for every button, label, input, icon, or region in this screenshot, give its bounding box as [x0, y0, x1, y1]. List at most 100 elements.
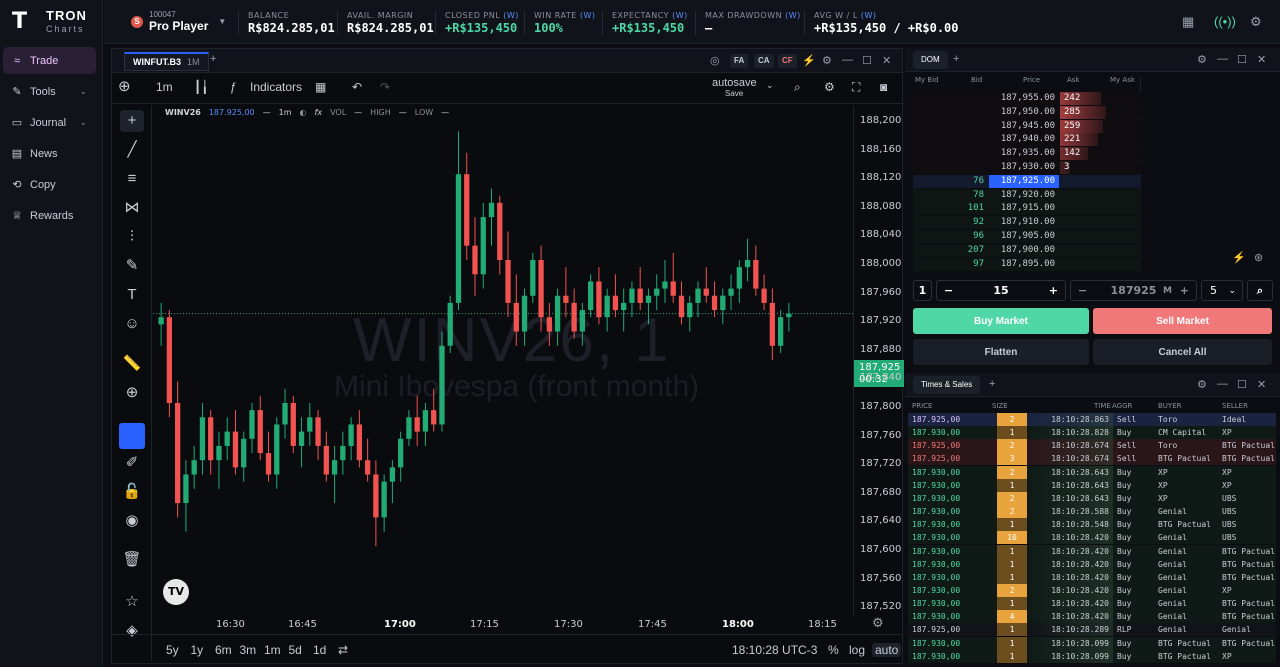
- limit-price-field[interactable]: − 187925 M +: [1070, 280, 1197, 301]
- fullscreen-icon[interactable]: ⛶: [852, 80, 860, 95]
- dom-price[interactable]: 187,915.00: [989, 202, 1059, 215]
- gear-icon[interactable]: ⚙: [1197, 378, 1207, 391]
- lock-icon[interactable]: 🔓: [120, 481, 144, 503]
- dom-price[interactable]: 187,950.00: [989, 106, 1059, 119]
- range-button-5d[interactable]: 5d: [289, 643, 302, 657]
- dom-bid[interactable]: [913, 92, 988, 105]
- dom-bid[interactable]: 76: [913, 175, 988, 188]
- dom-ask[interactable]: 3: [1060, 161, 1071, 174]
- dom-price[interactable]: 187,920.00: [989, 189, 1059, 202]
- save-label[interactable]: Save: [725, 89, 743, 98]
- dom-bid[interactable]: [913, 161, 988, 174]
- dom-price[interactable]: 187,935.00: [989, 147, 1059, 160]
- dom-ask[interactable]: 142: [1060, 147, 1088, 161]
- dom-row[interactable]: 187,935.00 142: [913, 147, 1141, 161]
- sidebar-item-news[interactable]: ▤ News: [3, 140, 96, 167]
- minus-icon[interactable]: −: [1078, 284, 1087, 297]
- color-swatch[interactable]: [119, 423, 145, 449]
- ts-row[interactable]: 187.925,00 2 18:10:28.674 Sell Toro BTG Pactu…: [908, 439, 1276, 453]
- ts-row[interactable]: 187.930,00 4 18:10:28.420 Buy Genial BTG Pact…: [908, 610, 1276, 624]
- pen-lock-icon[interactable]: ✐: [120, 452, 144, 474]
- whatsapp-icon[interactable]: ◎: [710, 54, 720, 67]
- dom-bid[interactable]: 207: [913, 244, 988, 257]
- dom-row[interactable]: 187,940.00 221: [913, 133, 1141, 147]
- dom-bid[interactable]: 78: [913, 189, 988, 202]
- autosave-label[interactable]: autosave: [712, 77, 757, 89]
- dom-ask[interactable]: [1060, 175, 1110, 188]
- lightning-icon[interactable]: ⚡: [1232, 251, 1246, 264]
- dom-ask[interactable]: [1060, 230, 1110, 243]
- add-tab-icon[interactable]: +: [953, 53, 959, 65]
- tab-times-sales[interactable]: Times & Sales: [913, 376, 981, 394]
- dom-price[interactable]: 187,930.00: [989, 161, 1059, 174]
- dom-bid[interactable]: 97: [913, 258, 988, 271]
- ts-row[interactable]: 187.925,00 1 18:10:28.289 RLP Genial Genial: [908, 623, 1276, 637]
- tab-dom[interactable]: DOM: [913, 51, 948, 69]
- dom-ask[interactable]: 285: [1060, 105, 1107, 119]
- indicators-icon[interactable]: ƒ: [230, 80, 237, 94]
- range-button-3m[interactable]: 3m: [240, 643, 257, 657]
- offset-select[interactable]: 5 ⌄: [1201, 280, 1243, 301]
- ts-row[interactable]: 187.930,00 2 18:10:28.420 Buy Genial XP: [908, 583, 1276, 597]
- range-button-1m[interactable]: 1m: [264, 643, 281, 657]
- undo-icon[interactable]: ↶: [352, 80, 362, 94]
- tab-winfut[interactable]: WINFUT.B3 1M: [124, 52, 209, 71]
- close-icon[interactable]: ✕: [882, 54, 891, 67]
- dom-ask[interactable]: [1060, 258, 1110, 271]
- plus-icon[interactable]: +: [1180, 284, 1189, 297]
- ts-row[interactable]: 187.930,00 1 18:10:28.420 Buy Genial BTG Pact…: [908, 557, 1276, 571]
- close-icon[interactable]: ✕: [1257, 53, 1266, 66]
- minus-icon[interactable]: −: [944, 284, 953, 297]
- dom-price[interactable]: 187,895.00: [989, 258, 1059, 271]
- legend-fx-icon[interactable]: fx: [315, 108, 323, 117]
- limit-type[interactable]: M: [1163, 286, 1172, 296]
- dom-price[interactable]: 187,905.00: [989, 230, 1059, 243]
- dom-bid[interactable]: 96: [913, 230, 988, 243]
- dom-ask[interactable]: [1060, 189, 1110, 202]
- cf-button[interactable]: CF: [778, 54, 797, 68]
- horizontal-lines-icon[interactable]: ≡: [120, 168, 144, 190]
- sidebar-item-copy[interactable]: ⟲ Copy: [3, 171, 96, 198]
- close-icon[interactable]: ✕: [1257, 378, 1266, 391]
- sidebar-item-trade[interactable]: ≈ Trade: [3, 47, 96, 74]
- dom-ask[interactable]: [1060, 202, 1110, 215]
- cancel-all-button[interactable]: Cancel All: [1093, 339, 1272, 365]
- date-range-icon[interactable]: ⇄: [338, 643, 348, 657]
- dom-row[interactable]: 207 187,900.00: [913, 243, 1141, 257]
- dom-price[interactable]: 187,910.00: [989, 216, 1059, 229]
- crosshair-icon[interactable]: +: [120, 110, 144, 132]
- range-button-1d[interactable]: 1d: [313, 643, 326, 657]
- qty-stepper[interactable]: − 15 +: [936, 280, 1066, 301]
- auto-toggle[interactable]: auto: [872, 643, 902, 657]
- dom-price[interactable]: 187,925.00: [989, 174, 1059, 188]
- center-icon[interactable]: ⊛: [1254, 251, 1263, 264]
- star-icon[interactable]: ☆: [120, 591, 144, 613]
- dom-price[interactable]: 187,940.00: [989, 133, 1059, 146]
- ts-row[interactable]: 187.930,00 1 18:10:28.420 Buy Genial BTG Pact…: [908, 544, 1276, 558]
- camera-icon[interactable]: ◙: [880, 80, 887, 94]
- ts-row[interactable]: 187.930,00 2 18:10:28.588 Buy Genial UBS: [908, 505, 1276, 519]
- dom-bid[interactable]: [913, 133, 988, 146]
- grid-icon[interactable]: ▦: [1182, 14, 1194, 30]
- chevron-down-icon[interactable]: ⌄: [766, 80, 774, 91]
- range-button-1y[interactable]: 1y: [191, 643, 204, 657]
- gear-icon[interactable]: ⚙: [1197, 53, 1207, 66]
- pattern-icon[interactable]: ⋈: [120, 197, 144, 219]
- timeframe-button[interactable]: 1m: [156, 80, 173, 94]
- add-symbol-icon[interactable]: ⊕: [118, 77, 131, 95]
- trash-icon[interactable]: 🗑: [120, 549, 144, 571]
- dom-price[interactable]: 187,955.00: [989, 92, 1059, 105]
- dom-ask[interactable]: 221: [1060, 133, 1098, 147]
- zoom-icon[interactable]: ⊕: [120, 382, 144, 404]
- dom-ask[interactable]: 242: [1060, 92, 1101, 105]
- maximize-icon[interactable]: ☐: [1237, 53, 1247, 66]
- maximize-icon[interactable]: ☐: [862, 54, 872, 67]
- maximize-icon[interactable]: ☐: [1237, 378, 1247, 391]
- dom-row[interactable]: 101 187,915.00: [913, 202, 1141, 216]
- dom-bid[interactable]: 101: [913, 202, 988, 215]
- brand-logo[interactable]: T TRON Charts: [12, 8, 87, 35]
- tradingview-logo[interactable]: TV: [163, 579, 189, 605]
- search-icon[interactable]: ⌕: [794, 80, 801, 95]
- candle-type-icon[interactable]: ┃╽: [194, 80, 208, 94]
- templates-icon[interactable]: ▦: [315, 80, 326, 94]
